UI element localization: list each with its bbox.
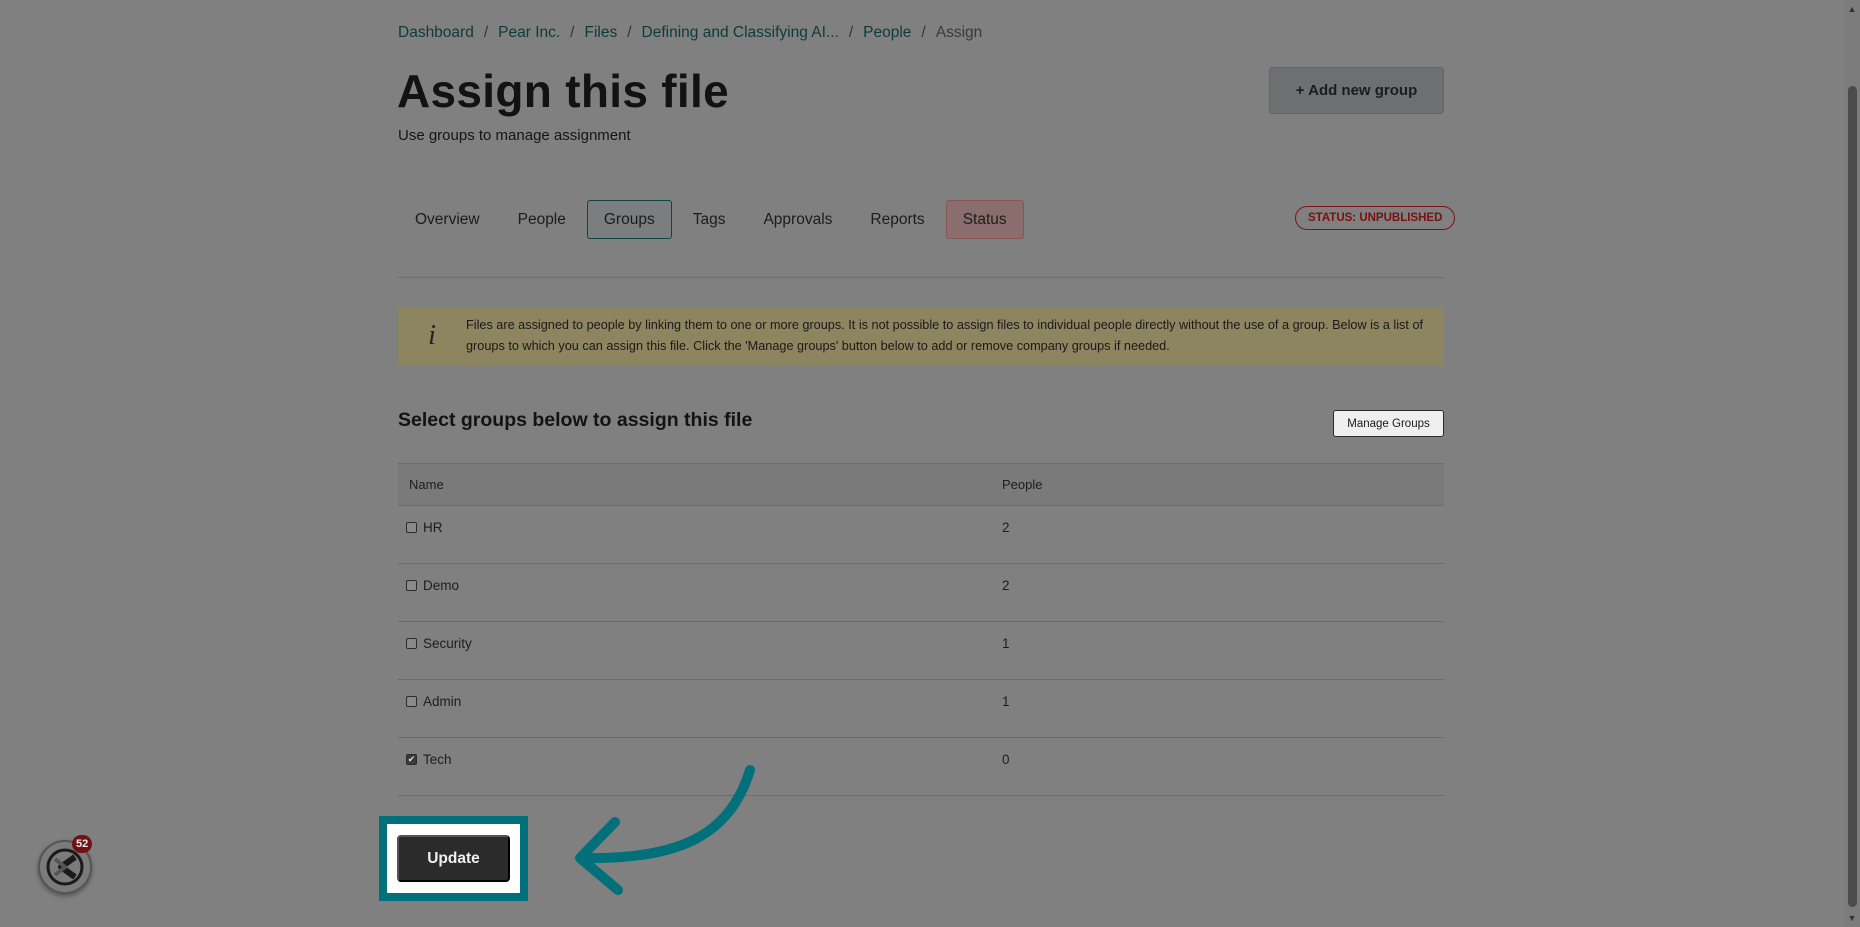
info-text: Files are assigned to people by linking …: [466, 315, 1443, 357]
group-name: HR: [423, 520, 443, 535]
group-people-count: 0: [1002, 752, 1010, 767]
page-title: Assign this file: [397, 65, 729, 117]
group-name: Security: [423, 636, 472, 651]
breadcrumb-separator: /: [570, 24, 575, 41]
chat-logo-icon: [46, 848, 84, 886]
divider: [398, 277, 1444, 278]
breadcrumb-company[interactable]: Pear Inc.: [498, 24, 560, 42]
table-row: Demo 2: [398, 564, 1444, 622]
scroll-up-icon[interactable]: ▲: [1844, 3, 1860, 15]
pointer-arrow-icon: [575, 765, 755, 895]
add-new-group-button[interactable]: + Add new group: [1269, 67, 1444, 114]
breadcrumb-file[interactable]: Defining and Classifying AI...: [642, 24, 839, 42]
group-people-count: 1: [1002, 694, 1010, 709]
tab-reports[interactable]: Reports: [853, 200, 941, 239]
info-icon: i: [428, 320, 436, 351]
section-title: Select groups below to assign this file: [398, 409, 753, 431]
breadcrumb-separator: /: [921, 24, 926, 41]
group-name: Tech: [423, 752, 452, 767]
group-checkbox-demo[interactable]: [406, 580, 417, 591]
page-subtitle: Use groups to manage assignment: [398, 127, 631, 144]
group-people-count: 2: [1002, 520, 1010, 535]
tab-status[interactable]: Status: [945, 200, 1024, 239]
table-row: Security 1: [398, 622, 1444, 680]
column-header-name: Name: [409, 477, 444, 492]
group-checkbox-admin[interactable]: [406, 696, 417, 707]
group-name: Demo: [423, 578, 460, 593]
tab-tags[interactable]: Tags: [676, 200, 743, 239]
column-header-people: People: [1002, 477, 1043, 492]
breadcrumb-files[interactable]: Files: [584, 24, 617, 42]
info-text-line: Files are assigned to people by linking …: [466, 318, 1424, 332]
info-text-line: groups to which you can assign this file…: [466, 339, 1170, 353]
info-banner: i Files are assigned to people by linkin…: [398, 307, 1444, 365]
group-checkbox-tech[interactable]: ✔: [406, 754, 417, 765]
status-badge: STATUS: UNPUBLISHED: [1295, 206, 1456, 230]
groups-table: Name People HR 2 Demo 2 Security 1 Admin…: [398, 463, 1444, 796]
tab-groups[interactable]: Groups: [586, 200, 672, 239]
notification-badge: 52: [72, 835, 93, 853]
breadcrumb: Dashboard / Pear Inc. / Files / Defining…: [398, 24, 982, 42]
group-people-count: 1: [1002, 636, 1010, 651]
breadcrumb-people[interactable]: People: [863, 24, 911, 42]
breadcrumb-separator: /: [848, 24, 854, 41]
breadcrumb-separator: /: [483, 24, 489, 41]
tab-approvals[interactable]: Approvals: [746, 200, 849, 239]
scrollbar[interactable]: ▲ ▼: [1844, 0, 1860, 927]
table-row: HR 2: [398, 506, 1444, 564]
update-button[interactable]: Update: [397, 835, 510, 882]
group-people-count: 2: [1002, 578, 1010, 593]
tab-bar: Overview People Groups Tags Approvals Re…: [398, 200, 1028, 239]
tab-people[interactable]: People: [501, 200, 583, 239]
group-checkbox-hr[interactable]: [406, 522, 417, 533]
page: Dashboard / Pear Inc. / Files / Defining…: [0, 0, 1844, 927]
tab-overview[interactable]: Overview: [398, 200, 497, 239]
breadcrumb-separator: /: [627, 24, 632, 41]
group-checkbox-security[interactable]: [406, 638, 417, 649]
table-row: ✔ Tech 0: [398, 738, 1444, 796]
manage-groups-button[interactable]: Manage Groups: [1333, 410, 1444, 437]
scroll-down-icon[interactable]: ▼: [1844, 912, 1860, 924]
breadcrumb-dashboard[interactable]: Dashboard: [398, 24, 474, 42]
scrollbar-thumb[interactable]: [1848, 86, 1857, 907]
group-name: Admin: [423, 694, 462, 709]
breadcrumb-current: Assign: [935, 24, 983, 41]
table-header: Name People: [398, 463, 1444, 506]
table-row: Admin 1: [398, 680, 1444, 738]
